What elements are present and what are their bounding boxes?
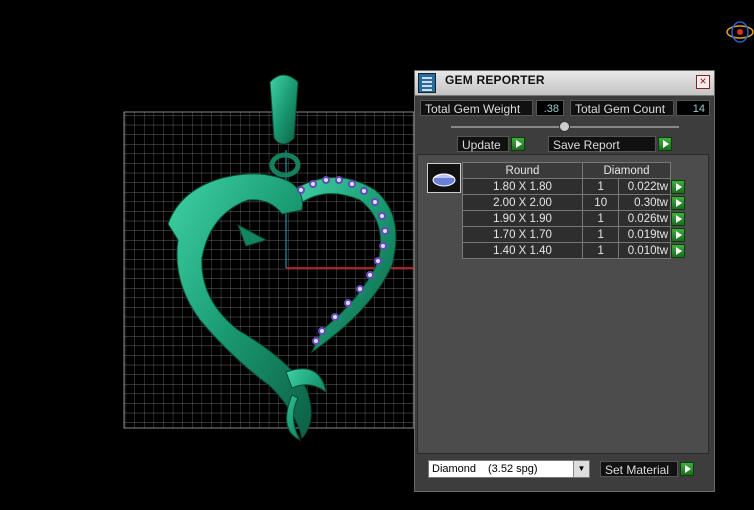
- save-report-go-icon[interactable]: [658, 137, 672, 151]
- gem-size: 1.70 X 1.70: [462, 226, 583, 243]
- gem-size: 1.90 X 1.90: [462, 210, 583, 227]
- gem-quantity: 1: [581, 210, 620, 227]
- set-material-button[interactable]: Set Material: [600, 461, 678, 477]
- set-material-go-icon[interactable]: [680, 462, 694, 476]
- update-go-icon[interactable]: [511, 137, 525, 151]
- close-button[interactable]: ×: [696, 75, 710, 89]
- gem-weight: 0.010tw: [618, 242, 671, 259]
- bail: [269, 74, 299, 145]
- chevron-down-icon[interactable]: ▼: [573, 461, 589, 477]
- gem-reporter-panel: GEM REPORTER × Total Gem Weight .38 Tota…: [414, 70, 715, 492]
- gem-weight: 0.026tw: [618, 210, 671, 227]
- round-gem-icon: [432, 173, 456, 187]
- material-name: Diamond: [432, 463, 477, 475]
- row-select-icon[interactable]: [671, 179, 685, 194]
- gem-size: 2.00 X 2.00: [462, 194, 583, 211]
- table-row: 2.00 X 2.00 10 0.30tw: [462, 194, 686, 211]
- title-bar[interactable]: GEM REPORTER ×: [415, 71, 714, 96]
- window-title: GEM REPORTER: [445, 73, 545, 87]
- total-gem-count-label: Total Gem Count: [570, 100, 674, 116]
- gem-quantity: 1: [581, 242, 620, 259]
- row-select-icon[interactable]: [671, 211, 685, 226]
- total-gem-count-value: 14: [676, 100, 710, 116]
- table-row: 1.80 X 1.80 1 0.022tw: [462, 178, 686, 195]
- gem-weight: 0.019tw: [618, 226, 671, 243]
- panel-slider-handle[interactable]: [559, 121, 570, 132]
- gem-weight: 0.30tw: [618, 194, 671, 211]
- gem-thumbnail[interactable]: [427, 163, 461, 193]
- material-dropdown[interactable]: Diamond (3.52 spg) ▼: [428, 460, 590, 478]
- table-row: 1.70 X 1.70 1 0.019tw: [462, 226, 686, 243]
- gem-weight: 0.022tw: [618, 178, 671, 195]
- gem-table: Round Diamond 1.80 X 1.80 1 0.022tw 2.00…: [462, 162, 686, 259]
- table-row: 1.90 X 1.90 1 0.026tw: [462, 210, 686, 227]
- gem-size: 1.40 X 1.40: [462, 242, 583, 259]
- report-area: Round Diamond 1.80 X 1.80 1 0.022tw 2.00…: [417, 154, 709, 454]
- column-header-shape: Round: [462, 162, 583, 179]
- gem-reporter-icon: [418, 73, 436, 93]
- table-row: 1.40 X 1.40 1 0.010tw: [462, 242, 686, 259]
- gem-size: 1.80 X 1.80: [462, 178, 583, 195]
- gem-quantity: 10: [581, 194, 620, 211]
- app-logo-icon: [726, 21, 754, 43]
- row-select-icon[interactable]: [671, 227, 685, 242]
- save-report-button[interactable]: Save Report: [548, 136, 656, 152]
- gem-quantity: 1: [581, 226, 620, 243]
- update-button[interactable]: Update: [457, 136, 509, 152]
- material-specific-gravity: (3.52 spg): [488, 463, 538, 475]
- gem-quantity: 1: [581, 178, 620, 195]
- total-gem-weight-label: Total Gem Weight: [420, 100, 533, 116]
- column-header-material: Diamond: [582, 162, 671, 179]
- row-select-icon[interactable]: [671, 195, 685, 210]
- total-gem-weight-value: .38: [536, 100, 564, 116]
- row-select-icon[interactable]: [671, 243, 685, 258]
